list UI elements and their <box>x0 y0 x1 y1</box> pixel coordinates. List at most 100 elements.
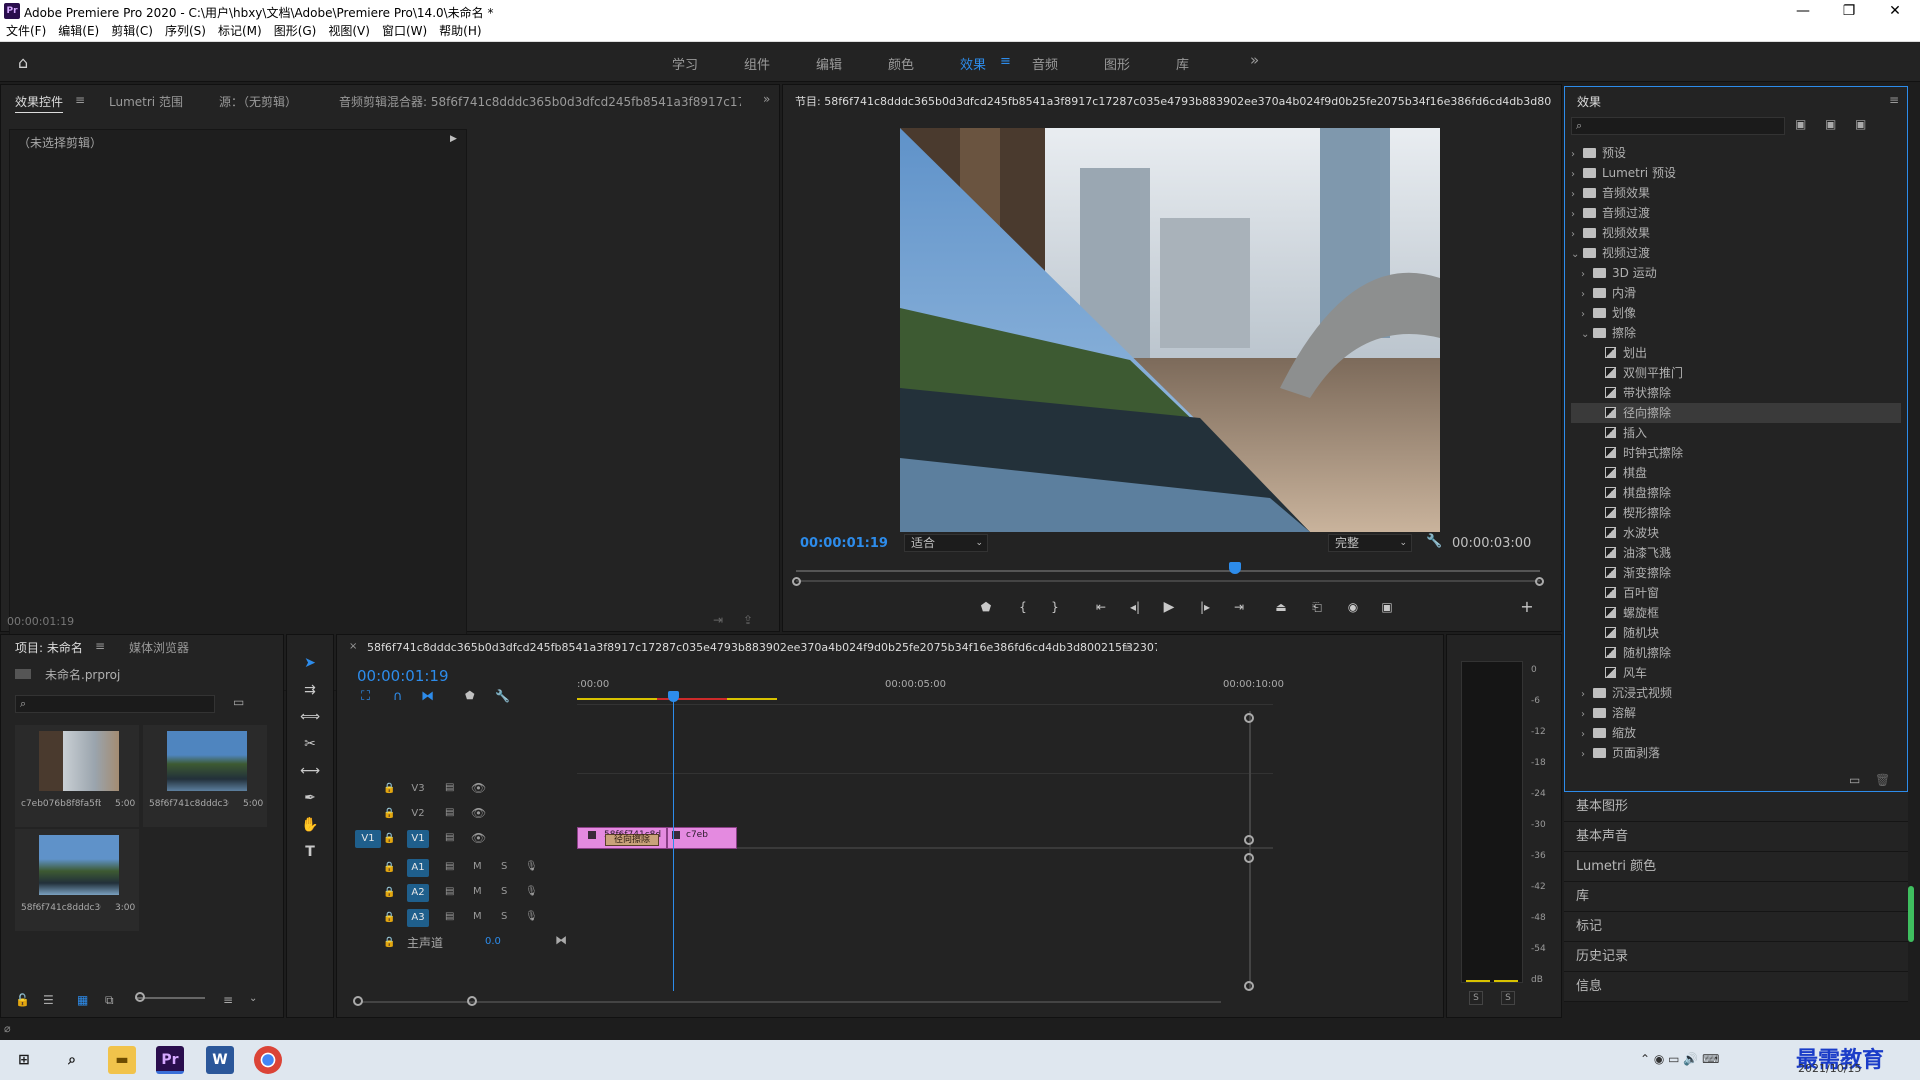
effect-item[interactable]: 带状擦除 <box>1571 383 1901 403</box>
menu-file[interactable]: 文件(F) <box>0 22 52 41</box>
clip-v1-b[interactable]: c7eb <box>667 827 737 849</box>
workspace-effects[interactable]: 效果 <box>960 54 986 73</box>
workspace-color[interactable]: 颜色 <box>888 54 914 73</box>
effect-item[interactable]: 渐变擦除 <box>1571 563 1901 583</box>
eye-icon[interactable]: 👁 <box>471 831 486 845</box>
menu-markers[interactable]: 标记(M) <box>212 22 268 41</box>
timeline-horizontal-scrollbar[interactable] <box>361 1001 1221 1003</box>
expand-arrow-icon[interactable]: ▶ <box>450 134 457 144</box>
mute-button[interactable]: M <box>473 911 482 922</box>
effect-item[interactable]: 风车 <box>1571 663 1901 683</box>
scroll-handle-left[interactable] <box>353 996 363 1006</box>
zoom-handle-left[interactable] <box>792 577 801 586</box>
selection-tool-icon[interactable]: ➤ <box>298 651 322 675</box>
track-lock-icon[interactable]: 🔒 <box>383 833 395 844</box>
effect-item-selected[interactable]: 径向擦除 <box>1571 403 1901 423</box>
extract-button[interactable]: ⎗ <box>1306 597 1328 617</box>
zoom-slider[interactable] <box>135 997 205 999</box>
panel-info[interactable]: 信息 <box>1564 972 1908 1002</box>
effect-item[interactable]: 棋盘 <box>1571 463 1901 483</box>
sequence-tab[interactable]: 58f6f741c8dddc365b0d3dfcd245fb8541a3f891… <box>367 641 1157 654</box>
panel-essential-graphics[interactable]: 基本图形 <box>1564 792 1908 822</box>
master-volume-value[interactable]: 0.0 <box>485 936 501 947</box>
timeline-menu-icon[interactable]: ≡ <box>1123 641 1133 655</box>
minimize-button[interactable]: — <box>1780 0 1826 22</box>
tree-item-3d-motion[interactable]: › 3D 运动 <box>1571 263 1901 283</box>
zoom-scrollbar[interactable] <box>796 580 1540 582</box>
menu-graphics[interactable]: 图形(G) <box>268 22 323 41</box>
home-icon[interactable]: ⌂ <box>18 53 28 72</box>
start-menu-icon[interactable]: ⊞ <box>10 1046 38 1074</box>
zoom-slider-handle[interactable] <box>135 992 145 1002</box>
add-marker-button[interactable]: ⬟ <box>975 597 997 617</box>
tree-item-audio-transitions[interactable]: › 音频过渡 <box>1571 203 1901 223</box>
effect-item[interactable]: 油漆飞溅 <box>1571 543 1901 563</box>
eye-icon[interactable]: 👁 <box>471 781 486 795</box>
scroll-handle-right[interactable] <box>467 996 477 1006</box>
effect-item[interactable]: 双侧平推门 <box>1571 363 1901 383</box>
tree-item-iris[interactable]: › 划像 <box>1571 303 1901 323</box>
timeline-timecode[interactable]: 00:00:01:19 <box>357 667 449 685</box>
sync-lock-icon[interactable]: ▤ <box>445 911 454 922</box>
more-workspaces-button[interactable]: » <box>1250 51 1259 69</box>
menu-sequence[interactable]: 序列(S) <box>159 22 212 41</box>
tab-audio-clip-mixer[interactable]: 音频剪辑混合器: 58f6f741c8dddc365b0d3dfcd245fb8… <box>339 93 741 110</box>
go-to-end-icon[interactable]: ⧓ <box>555 933 567 947</box>
lock-icon[interactable]: 🔓 <box>15 993 30 1007</box>
tab-effect-controls[interactable]: 效果控件 <box>15 93 64 113</box>
program-playhead[interactable] <box>1228 562 1241 574</box>
linked-selection-icon[interactable]: ⧓ <box>421 689 434 704</box>
track-lock-icon[interactable]: 🔒 <box>383 862 395 873</box>
premiere-taskbar-icon[interactable]: Pr <box>156 1046 184 1074</box>
tab-lumetri-scopes[interactable]: Lumetri 范围 <box>109 93 183 110</box>
vscroll-handle[interactable] <box>1244 835 1254 845</box>
menu-clip[interactable]: 剪辑(C) <box>105 22 159 41</box>
effect-item[interactable]: 时钟式擦除 <box>1571 443 1901 463</box>
workspace-learning[interactable]: 学习 <box>672 54 698 73</box>
solo-left-button[interactable]: S <box>1469 991 1483 1005</box>
panel-essential-sound[interactable]: 基本声音 <box>1564 822 1908 852</box>
nest-toggle-icon[interactable]: ⛶ <box>361 689 370 704</box>
close-sequence-icon[interactable]: × <box>349 641 357 652</box>
vscroll-handle[interactable] <box>1244 713 1254 723</box>
snap-icon[interactable]: ∩ <box>393 689 403 704</box>
pen-tool-icon[interactable]: ✒ <box>298 786 322 810</box>
tree-item-wipe[interactable]: ⌄ 擦除 <box>1571 323 1901 343</box>
mark-in-button[interactable]: { <box>1012 597 1034 617</box>
close-button[interactable]: ✕ <box>1872 0 1918 22</box>
timeline-vertical-scrollbar[interactable] <box>1249 711 1251 991</box>
effect-item[interactable]: 楔形擦除 <box>1571 503 1901 523</box>
program-timeline-ruler[interactable] <box>796 570 1540 572</box>
sync-lock-icon[interactable]: ▤ <box>445 886 454 897</box>
tree-item-video-transitions[interactable]: ⌄ 视频过渡 <box>1571 243 1901 263</box>
tab-project[interactable]: 项目: 未命名 <box>15 639 83 656</box>
program-timecode[interactable]: 00:00:01:19 <box>800 536 888 551</box>
tree-item-lumetri-presets[interactable]: › Lumetri 预设 <box>1571 163 1901 183</box>
ripple-edit-tool-icon[interactable]: ⟺ <box>298 705 322 729</box>
file-explorer-icon[interactable]: ▬ <box>108 1046 136 1074</box>
vscroll-handle[interactable] <box>1244 981 1254 991</box>
menu-view[interactable]: 视图(V) <box>322 22 376 41</box>
fit-dropdown[interactable]: 适合 ⌄ <box>904 534 988 552</box>
tray-icons[interactable]: ⌃ ◉ ▭ 🔊 ⌨ <box>1640 1052 1719 1066</box>
tab-media-browser[interactable]: 媒体浏览器 <box>129 639 189 656</box>
eye-icon[interactable]: 👁 <box>471 806 486 820</box>
freeform-view-icon[interactable]: ⧉ <box>105 993 114 1008</box>
workspace-graphics[interactable]: 图形 <box>1104 54 1130 73</box>
slip-tool-icon[interactable]: ⟷ <box>298 759 322 783</box>
track-lock-icon[interactable]: 🔒 <box>383 887 395 898</box>
zoom-handle-right[interactable] <box>1535 577 1544 586</box>
timeline-settings-icon[interactable]: 🔧 <box>495 689 510 703</box>
microphone-icon[interactable]: 🎙 <box>525 886 538 897</box>
tree-item-dissolve[interactable]: › 溶解 <box>1571 703 1901 723</box>
sync-lock-icon[interactable]: ▤ <box>445 861 454 872</box>
mute-button[interactable]: M <box>473 886 482 897</box>
menu-window[interactable]: 窗口(W) <box>376 22 433 41</box>
tree-item-slide[interactable]: › 内滑 <box>1571 283 1901 303</box>
menu-help[interactable]: 帮助(H) <box>433 22 487 41</box>
effect-item[interactable]: 水波块 <box>1571 523 1901 543</box>
effects-search-input[interactable]: ⌕ <box>1571 117 1785 135</box>
word-taskbar-icon[interactable]: W <box>206 1046 234 1074</box>
panel-history[interactable]: 历史记录 <box>1564 942 1908 972</box>
solo-button[interactable]: S <box>501 886 507 897</box>
